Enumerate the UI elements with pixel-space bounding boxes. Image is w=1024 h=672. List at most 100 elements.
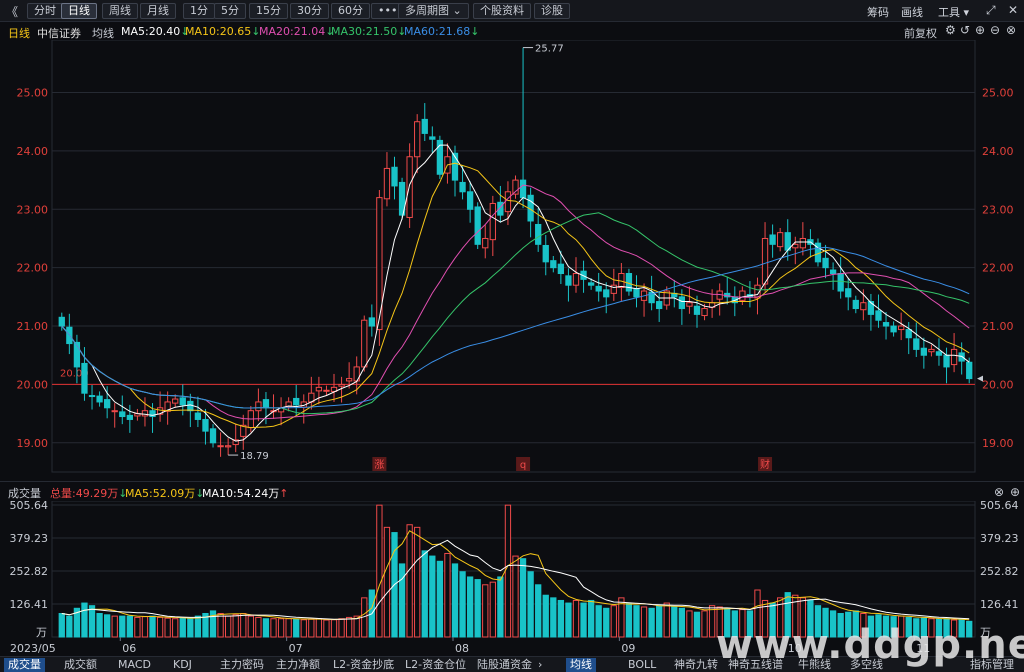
volume-bar[interactable] (701, 610, 708, 638)
volume-bar[interactable] (451, 563, 459, 638)
volume-bar[interactable] (542, 594, 549, 638)
volume-bar[interactable] (172, 618, 179, 638)
candle-body[interactable] (898, 325, 905, 331)
candle-body[interactable] (572, 273, 580, 286)
period-button-0[interactable]: 分时 (27, 3, 63, 19)
volume-bar[interactable] (323, 619, 330, 638)
volume-bar[interactable] (345, 616, 353, 638)
candle-body[interactable] (262, 399, 270, 409)
close-panel-icon[interactable]: ⊗ (1006, 23, 1016, 37)
volume-bar[interactable] (656, 605, 663, 638)
candle-body[interactable] (686, 302, 693, 307)
candle-body[interactable] (950, 348, 958, 366)
candle-body[interactable] (323, 389, 330, 392)
candle-body[interactable] (482, 237, 489, 249)
volume-bar[interactable] (315, 618, 323, 638)
candle-body[interactable] (368, 317, 375, 327)
candle-body[interactable] (829, 269, 837, 275)
overlay-tab-0[interactable]: 均线 (566, 658, 596, 672)
indicator-tab-6[interactable]: L2-资金抄底 (329, 658, 398, 672)
overlay-tab-2[interactable]: 神奇九转 (670, 658, 722, 672)
volume-bar[interactable] (678, 607, 686, 638)
candle-body[interactable] (489, 202, 496, 241)
candle-body[interactable] (633, 288, 640, 298)
volume-bar[interactable] (262, 618, 270, 638)
volume-bar[interactable] (459, 571, 466, 638)
volume-bar[interactable] (104, 614, 111, 638)
volume-bar[interactable] (693, 611, 701, 638)
volume-bar[interactable] (66, 615, 73, 638)
candle-body[interactable] (383, 167, 391, 200)
candle-body[interactable] (519, 179, 527, 199)
volume-bar[interactable] (134, 616, 141, 638)
candle-body[interactable] (852, 299, 859, 310)
candle-body[interactable] (81, 362, 88, 394)
volume-bar[interactable] (300, 619, 307, 638)
candle-body[interactable] (209, 428, 217, 444)
settings-icon[interactable]: ⚙ (945, 23, 956, 37)
stock-info-button[interactable]: 个股资料 (473, 3, 531, 19)
indicator-tab-3[interactable]: KDJ (169, 658, 196, 672)
volume-bar[interactable] (474, 579, 481, 638)
volume-bar[interactable] (603, 607, 610, 638)
candle-body[interactable] (882, 322, 890, 327)
draw-line-button[interactable]: 画线 (901, 4, 923, 20)
candle-body[interactable] (860, 302, 867, 311)
period-button-6[interactable]: 15分 (249, 3, 288, 19)
candle-body[interactable] (217, 445, 224, 448)
volume-bar[interactable] (504, 504, 512, 638)
candle-body[interactable] (179, 397, 186, 406)
candle-body[interactable] (88, 395, 96, 398)
volume-bar[interactable] (293, 618, 300, 638)
candle-body[interactable] (799, 237, 807, 249)
candle-body[interactable] (837, 273, 844, 292)
indicator-tab-8[interactable]: 陆股通资金 (473, 658, 536, 672)
candle-body[interactable] (111, 410, 118, 413)
candle-body[interactable] (96, 395, 103, 403)
tools-button[interactable]: 工具 ▾ (938, 4, 969, 20)
volume-bar[interactable] (141, 616, 149, 638)
period-button-5[interactable]: 5分 (214, 3, 246, 19)
volume-bar[interactable] (429, 555, 436, 638)
zoom-out-icon[interactable]: ⊖ (990, 23, 1000, 37)
period-button-2[interactable]: 周线 (102, 3, 138, 19)
volume-bar[interactable] (482, 584, 489, 638)
volume-bar[interactable] (557, 599, 565, 638)
candle-body[interactable] (414, 121, 421, 158)
volume-bar[interactable] (625, 602, 633, 638)
volume-bar[interactable] (58, 613, 65, 638)
event-marker[interactable]: q (520, 460, 526, 471)
candle-body[interactable] (739, 290, 746, 301)
candle-body[interactable] (58, 316, 65, 327)
candle-body[interactable] (224, 445, 232, 448)
period-button-7[interactable]: 30分 (290, 3, 329, 19)
candle-body[interactable] (315, 386, 323, 392)
period-button-3[interactable]: 月线 (140, 3, 176, 19)
volume-bar[interactable] (466, 576, 474, 638)
volume-bar[interactable] (686, 610, 693, 638)
volume-bar[interactable] (255, 616, 262, 638)
candle-body[interactable] (293, 397, 300, 406)
volume-bar[interactable] (398, 563, 406, 638)
volume-bar[interactable] (648, 607, 655, 638)
candle-body[interactable] (701, 308, 708, 317)
candle-body[interactable] (610, 284, 617, 294)
candle-body[interactable] (119, 411, 126, 418)
volume-bar[interactable] (187, 618, 194, 638)
candle-body[interactable] (587, 282, 595, 286)
volume-bar[interactable] (285, 618, 292, 638)
volume-bar[interactable] (240, 613, 247, 638)
candle-body[interactable] (421, 118, 428, 134)
restore-mode[interactable]: 前复权 (904, 25, 937, 41)
candle-body[interactable] (194, 412, 202, 420)
candle-body[interactable] (345, 378, 353, 382)
volume-bar[interactable] (406, 524, 413, 638)
volume-bar[interactable] (88, 605, 96, 638)
candle-body[interactable] (656, 301, 663, 310)
volume-bar[interactable] (330, 619, 338, 638)
back-icon[interactable]: 《 (6, 3, 18, 20)
volume-bar[interactable] (383, 526, 391, 638)
candle-body[interactable] (761, 237, 769, 285)
candle-body[interactable] (595, 285, 602, 292)
indicator-tab-5[interactable]: 主力净额 (272, 658, 324, 672)
